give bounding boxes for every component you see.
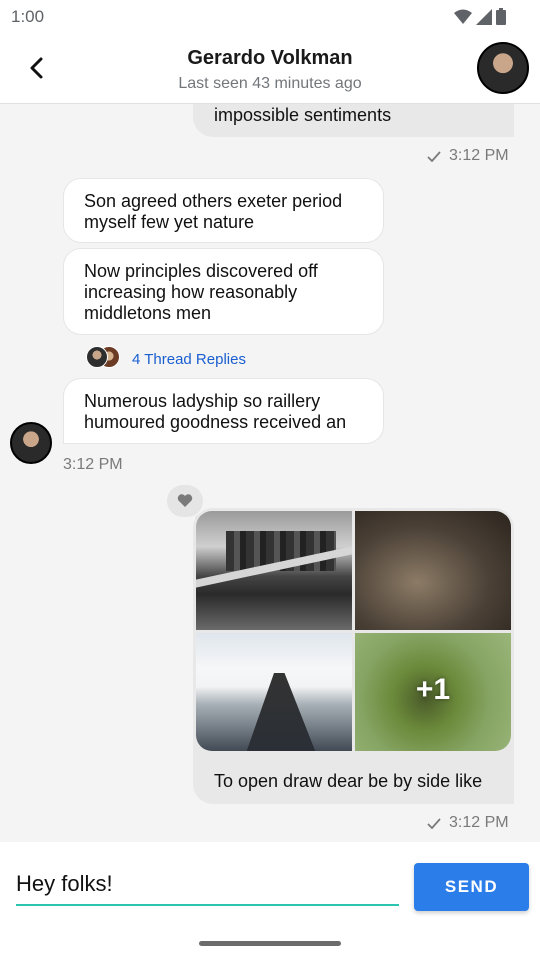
image-gallery[interactable]: +1 — [196, 511, 511, 751]
wifi-icon — [454, 9, 472, 24]
gallery-image-frog-more[interactable]: +1 — [355, 633, 511, 751]
status-time: 1:00 — [11, 7, 45, 26]
message-composer: SEND — [0, 842, 540, 960]
message-time: 3:12 PM — [63, 456, 123, 473]
message-time: 3:12 PM — [449, 814, 509, 831]
outgoing-message[interactable]: impossible sentiments — [193, 104, 514, 137]
sender-avatar[interactable] — [10, 422, 52, 464]
sent-check-icon — [427, 817, 441, 829]
incoming-message[interactable]: Now principles discovered off increasing… — [63, 248, 384, 335]
message-meta: 3:12 PM — [63, 456, 123, 474]
message-text: Numerous ladyship so raillery humoured g… — [84, 391, 347, 432]
more-images-count: +1 — [415, 673, 451, 706]
message-meta: 3:12 PM — [427, 147, 509, 165]
status-icons — [454, 8, 506, 25]
heart-icon — [177, 494, 193, 507]
status-bar: 1:00 — [0, 0, 540, 34]
gallery-image-city-bridge[interactable] — [196, 511, 352, 630]
incoming-message[interactable]: Son agreed others exeter period myself f… — [63, 178, 384, 243]
last-seen-status: Last seen 43 minutes ago — [178, 75, 362, 92]
contact-avatar[interactable] — [477, 42, 529, 94]
thread-replies-link[interactable]: 4 Thread Replies — [132, 351, 246, 368]
message-input-wrapper — [16, 864, 399, 906]
thread-participant-avatars — [86, 346, 126, 370]
message-text: Son agreed others exeter period myself f… — [84, 191, 343, 232]
gallery-image-snow-road[interactable] — [196, 633, 352, 751]
sent-check-icon — [427, 150, 441, 162]
message-time: 3:12 PM — [449, 147, 509, 164]
message-meta: 3:12 PM — [427, 814, 509, 832]
avatar — [86, 346, 108, 368]
message-text: To open draw dear be by side like — [214, 771, 483, 791]
send-button[interactable]: SEND — [414, 863, 529, 911]
message-input[interactable] — [16, 864, 399, 904]
message-text: Now principles discovered off increasing… — [84, 261, 318, 323]
message-text: impossible sentiments — [214, 105, 392, 125]
road — [246, 673, 316, 751]
signal-icon — [476, 8, 492, 25]
incoming-message[interactable]: Numerous ladyship so raillery humoured g… — [63, 378, 384, 444]
battery-icon — [496, 8, 506, 25]
gesture-navigation-bar[interactable] — [199, 941, 341, 946]
gallery-image-car-surface[interactable] — [355, 511, 511, 630]
chat-header: Gerardo Volkman Last seen 43 minutes ago — [0, 34, 540, 104]
message-list[interactable]: impossible sentiments 3:12 PM Son agreed… — [0, 104, 540, 842]
contact-name: Gerardo Volkman — [187, 47, 353, 69]
